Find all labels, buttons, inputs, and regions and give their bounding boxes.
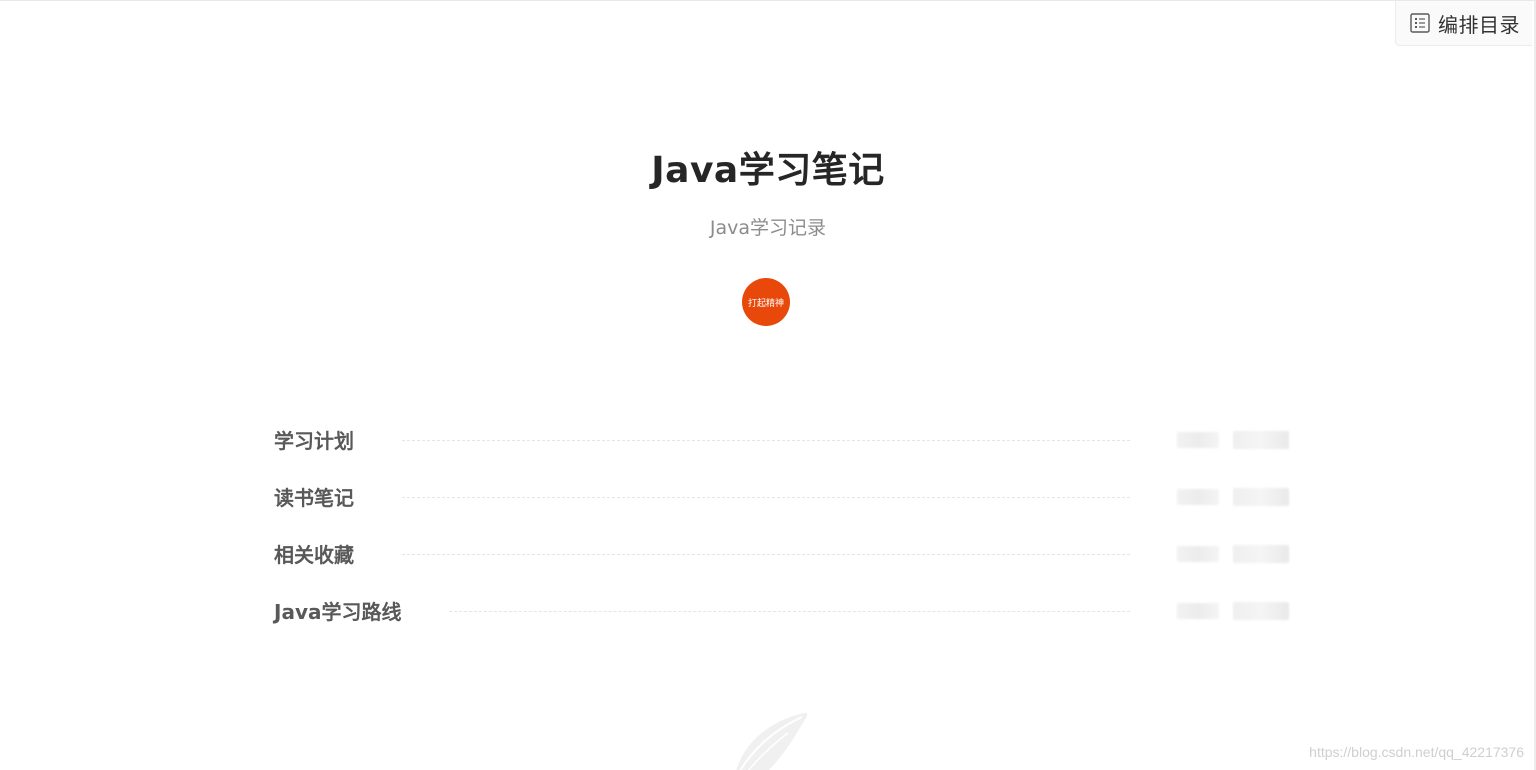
toc-item-meta xyxy=(1177,601,1289,620)
toc-item[interactable]: 读书笔记 xyxy=(274,468,1289,525)
book-avatar[interactable]: 打起精神 xyxy=(742,278,790,326)
toc-item-title[interactable]: Java学习路线 xyxy=(274,596,449,625)
toc-divider xyxy=(402,497,1130,498)
blurred-date xyxy=(1233,430,1289,449)
avatar-text: 打起精神 xyxy=(747,298,784,309)
book-subtitle: Java学习记录 xyxy=(709,217,827,239)
toc-divider xyxy=(449,611,1130,612)
toc-item[interactable]: Java学习路线 xyxy=(274,582,1289,639)
list-icon xyxy=(1410,13,1430,33)
toc-item-title[interactable]: 相关收藏 xyxy=(274,539,402,568)
blurred-author xyxy=(1177,488,1219,505)
edit-toc-button[interactable]: 编排目录 xyxy=(1395,1,1532,46)
blurred-date xyxy=(1233,544,1289,563)
blurred-date xyxy=(1233,601,1289,620)
watermark: https://blog.csdn.net/qq_42217376 xyxy=(1309,744,1524,760)
edit-toc-label: 编排目录 xyxy=(1438,12,1520,37)
blurred-author xyxy=(1177,545,1219,562)
toc-list: 学习计划 读书笔记 相关收藏 Java学习路线 xyxy=(274,411,1289,639)
toc-item[interactable]: 学习计划 xyxy=(274,411,1289,468)
blurred-date xyxy=(1233,487,1289,506)
toc-divider xyxy=(402,554,1130,555)
toc-item-meta xyxy=(1177,544,1289,563)
toc-divider xyxy=(402,440,1130,441)
toc-item-meta xyxy=(1177,487,1289,506)
blurred-author xyxy=(1177,431,1219,448)
blurred-author xyxy=(1177,602,1219,619)
toc-item-title[interactable]: 读书笔记 xyxy=(274,482,402,511)
feather-icon xyxy=(736,712,808,770)
book-page: 编排目录 Java学习笔记 Java学习记录 打起精神 学习计划 读书笔记 相关… xyxy=(0,0,1536,770)
book-title: Java学习笔记 xyxy=(651,150,885,191)
toc-item-meta xyxy=(1177,430,1289,449)
toc-item-title[interactable]: 学习计划 xyxy=(274,425,402,454)
toc-item[interactable]: 相关收藏 xyxy=(274,525,1289,582)
